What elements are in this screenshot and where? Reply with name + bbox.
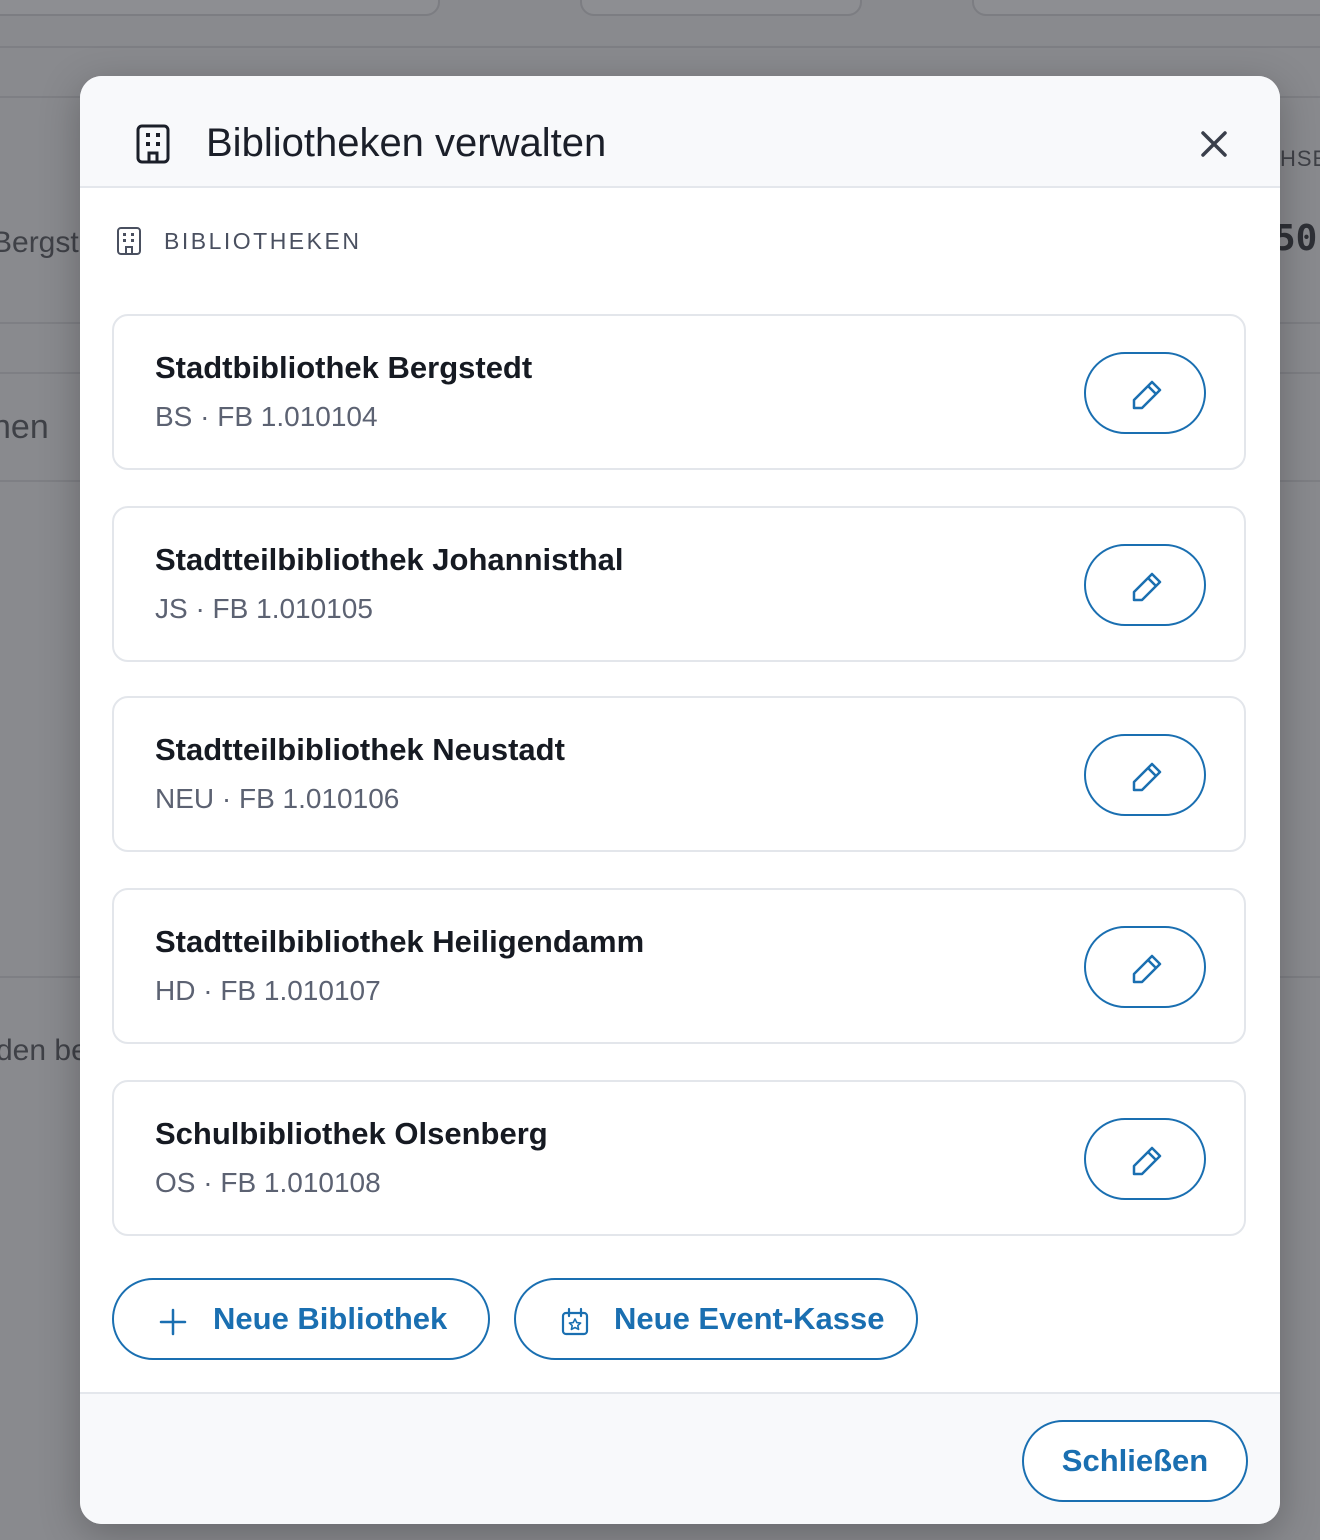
library-meta: JS · FB 1.010105 — [155, 593, 373, 624]
dialog-footer: Schließen — [80, 1392, 1280, 1524]
dialog-header: Bibliotheken verwalten — [80, 76, 1280, 188]
library-name: Stadtteilbibliothek Neustadt — [155, 732, 565, 767]
manage-libraries-dialog: Bibliotheken verwalten BIBLIOTHEKEN Stad… — [80, 76, 1280, 1524]
close-icon — [1201, 131, 1227, 157]
library-meta: BS · FB 1.010104 — [155, 401, 378, 432]
pencil-icon — [1132, 572, 1162, 602]
background-field — [0, 0, 440, 16]
edit-library-button[interactable] — [1084, 544, 1206, 626]
library-name: Stadtteilbibliothek Johannisthal — [155, 542, 624, 577]
building-icon — [117, 227, 141, 255]
new-library-label: Neue Bibliothek — [213, 1301, 448, 1336]
background-text: den be — [0, 1034, 88, 1067]
library-card: Schulbibliothek Olsenberg OS · FB 1.0101… — [112, 1080, 1246, 1236]
background-field — [972, 0, 1320, 16]
library-name: Stadtbibliothek Bergstedt — [155, 350, 533, 385]
pencil-icon — [1132, 954, 1162, 984]
library-card: Stadtteilbibliothek Heiligendamm HD · FB… — [112, 888, 1246, 1044]
library-meta: HD · FB 1.010107 — [155, 975, 381, 1006]
edit-library-button[interactable] — [1084, 926, 1206, 1008]
library-name: Schulbibliothek Olsenberg — [155, 1116, 548, 1151]
background-divider — [0, 46, 1320, 48]
background-text: nen — [0, 408, 49, 446]
pencil-icon — [1132, 1146, 1162, 1176]
library-card: Stadtbibliothek Bergstedt BS · FB 1.0101… — [112, 314, 1246, 470]
close-dialog-button[interactable] — [1194, 124, 1234, 164]
close-button[interactable]: Schließen — [1022, 1420, 1248, 1502]
background-field — [580, 0, 862, 16]
building-icon — [136, 124, 170, 164]
library-card: Stadtteilbibliothek Johannisthal JS · FB… — [112, 506, 1246, 662]
library-meta: NEU · FB 1.010106 — [155, 783, 400, 814]
edit-library-button[interactable] — [1084, 352, 1206, 434]
new-event-register-label: Neue Event-Kasse — [614, 1301, 885, 1336]
library-name: Stadtteilbibliothek Heiligendamm — [155, 924, 645, 959]
background-text: 50, — [1274, 218, 1320, 259]
library-meta: OS · FB 1.010108 — [155, 1167, 381, 1198]
calendar-star-icon — [561, 1307, 589, 1336]
section-label: BIBLIOTHEKEN — [164, 228, 362, 254]
new-event-register-button[interactable]: Neue Event-Kasse — [514, 1278, 918, 1360]
background-text: HSE — [1280, 146, 1320, 171]
edit-library-button[interactable] — [1084, 1118, 1206, 1200]
plus-icon — [159, 1308, 187, 1336]
pencil-icon — [1132, 380, 1162, 410]
library-card: Stadtteilbibliothek Neustadt NEU · FB 1.… — [112, 696, 1246, 852]
new-library-button[interactable]: Neue Bibliothek — [112, 1278, 490, 1360]
dialog-title: Bibliotheken verwalten — [206, 121, 607, 165]
edit-library-button[interactable] — [1084, 734, 1206, 816]
pencil-icon — [1132, 762, 1162, 792]
